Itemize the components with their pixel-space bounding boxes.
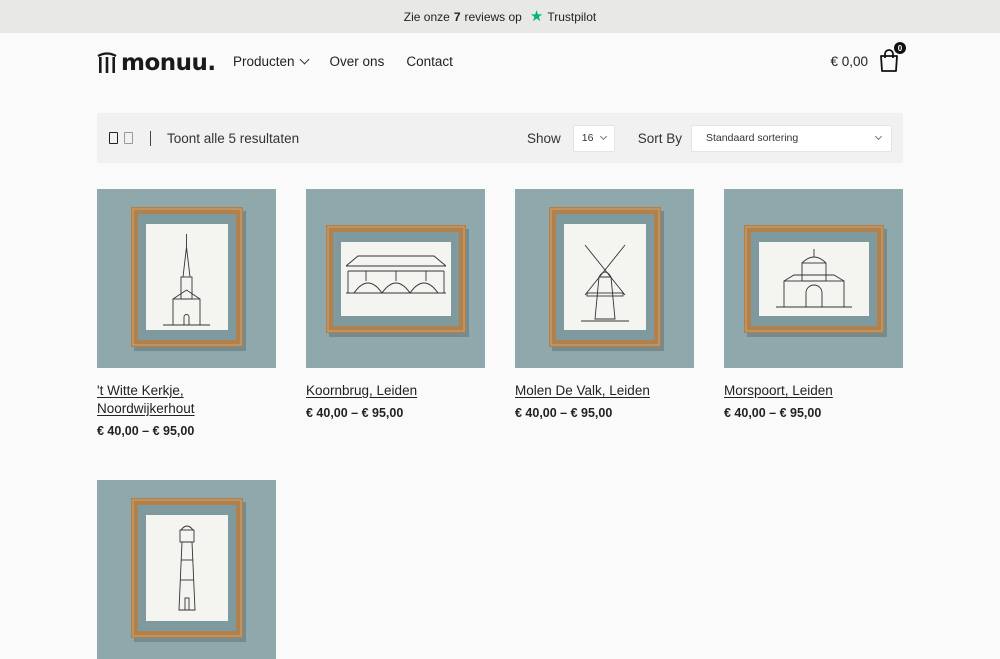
product-image[interactable] — [97, 189, 276, 368]
cart[interactable]: € 0,00 0 — [830, 42, 906, 73]
trustpilot-bar[interactable]: Zie onze 7 reviews op ★ Trustpilot — [0, 0, 1000, 33]
product-title[interactable]: 't Witte Kerkje, Noordwijkerhout — [97, 382, 276, 418]
product-title[interactable]: Molen De Valk, Leiden — [515, 382, 694, 400]
nav-label: Producten — [233, 54, 295, 69]
product-image[interactable] — [515, 189, 694, 368]
chevron-down-icon — [299, 54, 309, 65]
product-title[interactable]: Morspoort, Leiden — [724, 382, 903, 400]
trustpilot-brand: Trustpilot — [547, 9, 597, 24]
trustpilot-star-icon: ★ — [529, 8, 544, 25]
product-card: Molen De Valk, Leiden € 40,00 – € 95,00 — [515, 189, 694, 420]
main-nav: Producten Over ons Contact — [233, 54, 475, 69]
product-image[interactable] — [97, 480, 276, 659]
trustpilot-prefix: Zie onze — [403, 9, 450, 24]
nav-item-producten[interactable]: Producten — [233, 54, 309, 69]
product-card: Koornbrug, Leiden € 40,00 – € 95,00 — [306, 189, 485, 420]
toolbar-divider — [150, 130, 151, 146]
chevron-down-icon — [599, 132, 607, 141]
product-price: € 40,00 – € 95,00 — [724, 406, 822, 420]
logo-columns-icon — [97, 52, 117, 73]
nav-label: Contact — [406, 54, 453, 69]
product-title[interactable]: Koornbrug, Leiden — [306, 382, 485, 400]
nav-label: Over ons — [329, 54, 385, 69]
product-price: € 40,00 – € 95,00 — [306, 406, 404, 420]
per-page-value: 16 — [581, 132, 594, 144]
product-title-line: Noordwijkerhout — [97, 401, 195, 416]
nav-item-contact[interactable]: Contact — [406, 54, 453, 69]
list-view-icon[interactable] — [124, 132, 133, 144]
sort-label: Sort By — [637, 130, 682, 146]
logo[interactable]: monuu. — [97, 50, 216, 76]
chevron-down-icon — [874, 132, 883, 141]
review-count: 7 — [453, 9, 461, 24]
product-card — [97, 480, 276, 659]
logo-wordmark: monuu. — [121, 50, 216, 76]
product-price: € 40,00 – € 95,00 — [515, 406, 613, 420]
grid-view-icon[interactable] — [109, 132, 118, 144]
sort-select[interactable]: Standaard sortering — [691, 124, 892, 152]
product-card: 't Witte Kerkje, Noordwijkerhout € 40,00… — [97, 189, 276, 438]
shopping-bag-icon[interactable]: 0 — [878, 42, 906, 73]
nav-item-over-ons[interactable]: Over ons — [330, 54, 385, 69]
cart-count-badge: 0 — [894, 42, 906, 54]
trustpilot-suffix: reviews op — [464, 9, 522, 24]
view-toggle — [109, 132, 133, 144]
product-image[interactable] — [306, 189, 485, 368]
site-header: monuu. Producten Over ons Contact € 0,00… — [0, 33, 1000, 91]
per-page-select[interactable]: 16 — [572, 124, 615, 152]
product-price: € 40,00 – € 95,00 — [97, 424, 195, 438]
sort-value: Standaard sortering — [706, 132, 799, 144]
result-count: Toont alle 5 resultaten — [167, 130, 300, 146]
show-label: Show — [526, 130, 561, 146]
product-card: Morspoort, Leiden € 40,00 – € 95,00 — [724, 189, 903, 420]
product-image[interactable] — [724, 189, 903, 368]
shop-toolbar: Toont alle 5 resultaten Show 16 Sort By … — [97, 113, 903, 163]
product-title-line: 't Witte Kerkje, — [97, 383, 184, 398]
cart-total: € 0,00 — [830, 53, 868, 69]
